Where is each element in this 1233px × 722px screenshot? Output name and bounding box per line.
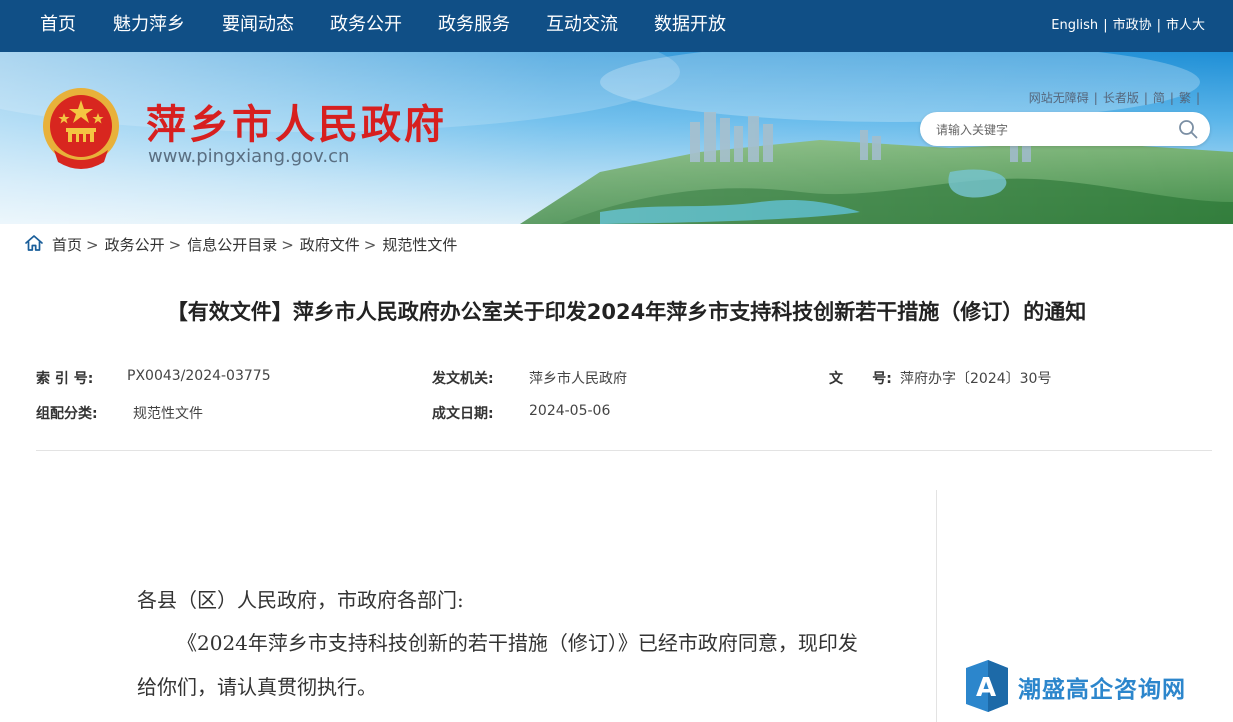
- nav-item-charm-pingxiang[interactable]: 魅力萍乡: [113, 0, 185, 52]
- search-icon[interactable]: [1178, 119, 1198, 139]
- meta-label: 成文日期:: [432, 406, 494, 422]
- breadcrumb-info-directory[interactable]: 信息公开目录: [187, 236, 277, 254]
- link-separator: |: [1195, 91, 1200, 105]
- breadcrumb: 首页 > 政务公开 > 信息公开目录 > 政府文件 > 规范性文件: [24, 233, 457, 255]
- watermark-letter: A: [976, 673, 996, 703]
- nav-item-home[interactable]: 首页: [40, 0, 76, 52]
- vertical-divider: [936, 490, 937, 722]
- meta-value: 规范性文件: [133, 406, 203, 422]
- traditional-chinese-link[interactable]: 繁: [1179, 91, 1191, 105]
- meta-value: 萍乡市人民政府: [529, 371, 627, 387]
- breadcrumb-separator: >: [363, 236, 377, 254]
- nav-item-gov-affairs-open[interactable]: 政务公开: [330, 0, 402, 52]
- meta-issuer: 发文机关: 萍乡市人民政府: [432, 368, 627, 388]
- header-banner: 萍乡市人民政府 www.pingxiang.gov.cn 网站无障碍 | 长者版 | 简…: [0, 52, 1233, 224]
- nav-item-interaction[interactable]: 互动交流: [546, 0, 618, 52]
- watermark-logo-icon: A: [966, 660, 1008, 712]
- utility-links: 网站无障碍 | 长者版 | 简 | 繁 |: [1029, 89, 1205, 106]
- document-paragraph-line: 给你们，请认真贯彻执行。: [137, 675, 377, 699]
- accessibility-link[interactable]: 网站无障碍: [1029, 91, 1089, 105]
- link-separator: |: [1156, 18, 1161, 33]
- meta-value: PX0043/2024-03775: [127, 368, 271, 384]
- link-separator: |: [1093, 91, 1098, 105]
- site-url: www.pingxiang.gov.cn: [148, 146, 350, 167]
- search-box: [920, 112, 1210, 148]
- meta-label: 发文机关:: [432, 371, 494, 387]
- watermark-text: 潮盛高企咨询网: [1018, 676, 1186, 703]
- english-link[interactable]: English: [1051, 18, 1098, 33]
- breadcrumb-home[interactable]: 首页: [52, 236, 82, 254]
- nav-item-news[interactable]: 要闻动态: [222, 0, 294, 52]
- meta-label: 索 引 号:: [36, 371, 94, 387]
- meta-date: 成文日期: 2024-05-06: [432, 403, 610, 423]
- link-separator: |: [1143, 91, 1148, 105]
- meta-label: 组配分类:: [36, 406, 98, 422]
- breadcrumb-separator: >: [86, 236, 99, 254]
- meta-value: 萍府办字〔2024〕30号: [900, 371, 1052, 387]
- document-title: 【有效文件】萍乡市人民政府办公室关于印发2024年萍乡市支持科技创新若干措施（修…: [166, 300, 1087, 324]
- national-emblem-icon: [43, 88, 119, 169]
- top-nav-bar: 首页 魅力萍乡 要闻动态 政务公开 政务服务 互动交流 数据开放 English…: [0, 0, 1233, 52]
- link-separator: |: [1169, 91, 1174, 105]
- breadcrumb-separator: >: [168, 236, 182, 254]
- site-name-logo[interactable]: 萍乡市人民政府: [146, 92, 447, 150]
- document-paragraph-line: 《2024年萍乡市支持科技创新的若干措施（修订）》已经市政府同意，现印发: [177, 631, 858, 655]
- link-separator: |: [1103, 18, 1108, 33]
- meta-document-number: 文 号: 萍府办字〔2024〕30号: [829, 368, 1051, 388]
- breadcrumb-gov-affairs-open[interactable]: 政务公开: [105, 236, 165, 254]
- search-input[interactable]: [934, 112, 1168, 148]
- meta-category: 组配分类: 规范性文件: [36, 403, 203, 423]
- simplified-chinese-link[interactable]: 简: [1153, 91, 1165, 105]
- breadcrumb-separator: >: [281, 236, 294, 254]
- breadcrumb-normative-documents[interactable]: 规范性文件: [382, 236, 457, 254]
- breadcrumb-gov-documents[interactable]: 政府文件: [300, 236, 360, 254]
- meta-label: 文 号:: [829, 371, 892, 387]
- elder-mode-link[interactable]: 长者版: [1103, 91, 1139, 105]
- npc-link[interactable]: 市人大: [1166, 18, 1205, 33]
- top-right-links: English | 市政协 | 市人大: [1051, 0, 1205, 52]
- meta-index-number: 索 引 号: PX0043/2024-03775: [36, 368, 271, 388]
- document-salutation: 各县（区）人民政府，市政府各部门:: [137, 588, 464, 612]
- nav-item-open-data[interactable]: 数据开放: [654, 0, 726, 52]
- horizontal-divider: [36, 450, 1212, 451]
- nav-item-gov-services[interactable]: 政务服务: [438, 0, 510, 52]
- meta-value: 2024-05-06: [529, 403, 611, 419]
- home-icon[interactable]: [24, 233, 44, 253]
- cppcc-link[interactable]: 市政协: [1113, 18, 1152, 33]
